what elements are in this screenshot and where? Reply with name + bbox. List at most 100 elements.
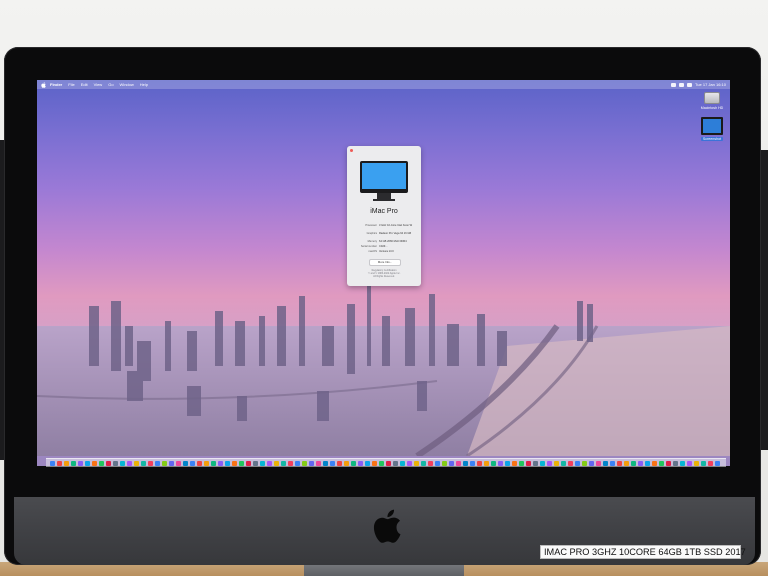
dock-app-icon[interactable] (204, 460, 209, 466)
dock-app-icon[interactable] (645, 460, 650, 466)
dock-app-icon[interactable] (554, 460, 559, 466)
menu-help[interactable]: Help (140, 80, 148, 89)
dock-app-icon[interactable] (379, 460, 384, 466)
dock-app-icon[interactable] (134, 460, 139, 466)
control-center-icon[interactable] (687, 82, 692, 87)
dock-app-icon[interactable] (295, 460, 300, 466)
menu-window[interactable]: Window (120, 80, 134, 89)
dock-app-icon[interactable] (428, 460, 433, 466)
dock-app-icon[interactable] (197, 460, 202, 466)
menu-clock[interactable]: Tue 17 Jan 16:10 (695, 82, 726, 87)
dock-app-icon[interactable] (526, 460, 531, 466)
dock-app-icon[interactable] (708, 460, 713, 466)
dock-app-icon[interactable] (421, 460, 426, 466)
dock-app-icon[interactable] (624, 460, 629, 466)
dock-app-icon[interactable] (302, 460, 307, 466)
dock-app-icon[interactable] (687, 460, 692, 466)
dock-app-icon[interactable] (575, 460, 580, 466)
dock-app-icon[interactable] (274, 460, 279, 466)
dock-app-icon[interactable] (533, 460, 538, 466)
dock-app-icon[interactable] (519, 460, 524, 466)
dock-app-icon[interactable] (281, 460, 286, 466)
dock-app-icon[interactable] (491, 460, 496, 466)
apple-menu-icon[interactable] (41, 81, 46, 88)
dock-app-icon[interactable] (316, 460, 321, 466)
dock-app-icon[interactable] (323, 460, 328, 466)
dock-app-icon[interactable] (190, 460, 195, 466)
dock-app-icon[interactable] (638, 460, 643, 466)
dock-app-icon[interactable] (162, 460, 167, 466)
dock-app-icon[interactable] (372, 460, 377, 466)
dock-app-icon[interactable] (505, 460, 510, 466)
dock-app-icon[interactable] (659, 460, 664, 466)
dock-app-icon[interactable] (414, 460, 419, 466)
dock-app-icon[interactable] (50, 460, 55, 466)
dock-app-icon[interactable] (442, 460, 447, 466)
search-icon[interactable] (679, 82, 684, 87)
dock-app-icon[interactable] (484, 460, 489, 466)
dock-app-icon[interactable] (463, 460, 468, 466)
menu-go[interactable]: Go (108, 80, 113, 89)
dock-app-icon[interactable] (617, 460, 622, 466)
dock-app-icon[interactable] (498, 460, 503, 466)
dock-app-icon[interactable] (456, 460, 461, 466)
dock-app-icon[interactable] (358, 460, 363, 466)
dock-app-icon[interactable] (260, 460, 265, 466)
dock-app-icon[interactable] (540, 460, 545, 466)
dock-app-icon[interactable] (169, 460, 174, 466)
dock-app-icon[interactable] (155, 460, 160, 466)
dock-app-icon[interactable] (239, 460, 244, 466)
dock-app-icon[interactable] (610, 460, 615, 466)
dock-app-icon[interactable] (547, 460, 552, 466)
dock-app-icon[interactable] (246, 460, 251, 466)
dock-app-icon[interactable] (127, 460, 132, 466)
desktop-icon-macintosh-hd[interactable]: Macintosh HD (696, 92, 728, 110)
dock-app-icon[interactable] (561, 460, 566, 466)
dock-app-icon[interactable] (64, 460, 69, 466)
dock-app-icon[interactable] (673, 460, 678, 466)
wifi-icon[interactable] (671, 82, 676, 87)
window-close-button[interactable] (350, 149, 353, 152)
dock-app-icon[interactable] (715, 460, 720, 466)
dock-app-icon[interactable] (85, 460, 90, 466)
dock-app-icon[interactable] (57, 460, 62, 466)
dock-app-icon[interactable] (435, 460, 440, 466)
dock-app-icon[interactable] (225, 460, 230, 466)
dock-app-icon[interactable] (148, 460, 153, 466)
dock-app-icon[interactable] (351, 460, 356, 466)
menu-edit[interactable]: Edit (81, 80, 88, 89)
menu-finder[interactable]: Finder (50, 80, 62, 89)
dock-app-icon[interactable] (288, 460, 293, 466)
more-info-button[interactable]: More Info... (369, 259, 401, 266)
dock-app-icon[interactable] (71, 460, 76, 466)
dock-app-icon[interactable] (386, 460, 391, 466)
dock-app-icon[interactable] (211, 460, 216, 466)
dock-app-icon[interactable] (701, 460, 706, 466)
dock-app-icon[interactable] (407, 460, 412, 466)
dock-app-icon[interactable] (393, 460, 398, 466)
dock-app-icon[interactable] (183, 460, 188, 466)
dock-app-icon[interactable] (666, 460, 671, 466)
dock-app-icon[interactable] (400, 460, 405, 466)
dock-app-icon[interactable] (309, 460, 314, 466)
dock-app-icon[interactable] (267, 460, 272, 466)
dock-app-icon[interactable] (253, 460, 258, 466)
dock-app-icon[interactable] (694, 460, 699, 466)
dock-app-icon[interactable] (344, 460, 349, 466)
dock-app-icon[interactable] (582, 460, 587, 466)
dock-app-icon[interactable] (470, 460, 475, 466)
dock-app-icon[interactable] (568, 460, 573, 466)
dock-app-icon[interactable] (113, 460, 118, 466)
dock-app-icon[interactable] (232, 460, 237, 466)
dock-app-icon[interactable] (218, 460, 223, 466)
dock-app-icon[interactable] (92, 460, 97, 466)
dock-app-icon[interactable] (603, 460, 608, 466)
dock-app-icon[interactable] (589, 460, 594, 466)
dock-app-icon[interactable] (330, 460, 335, 466)
dock-app-icon[interactable] (596, 460, 601, 466)
dock-app-icon[interactable] (120, 460, 125, 466)
dock-app-icon[interactable] (106, 460, 111, 466)
dock-app-icon[interactable] (365, 460, 370, 466)
dock-app-icon[interactable] (512, 460, 517, 466)
dock-app-icon[interactable] (449, 460, 454, 466)
